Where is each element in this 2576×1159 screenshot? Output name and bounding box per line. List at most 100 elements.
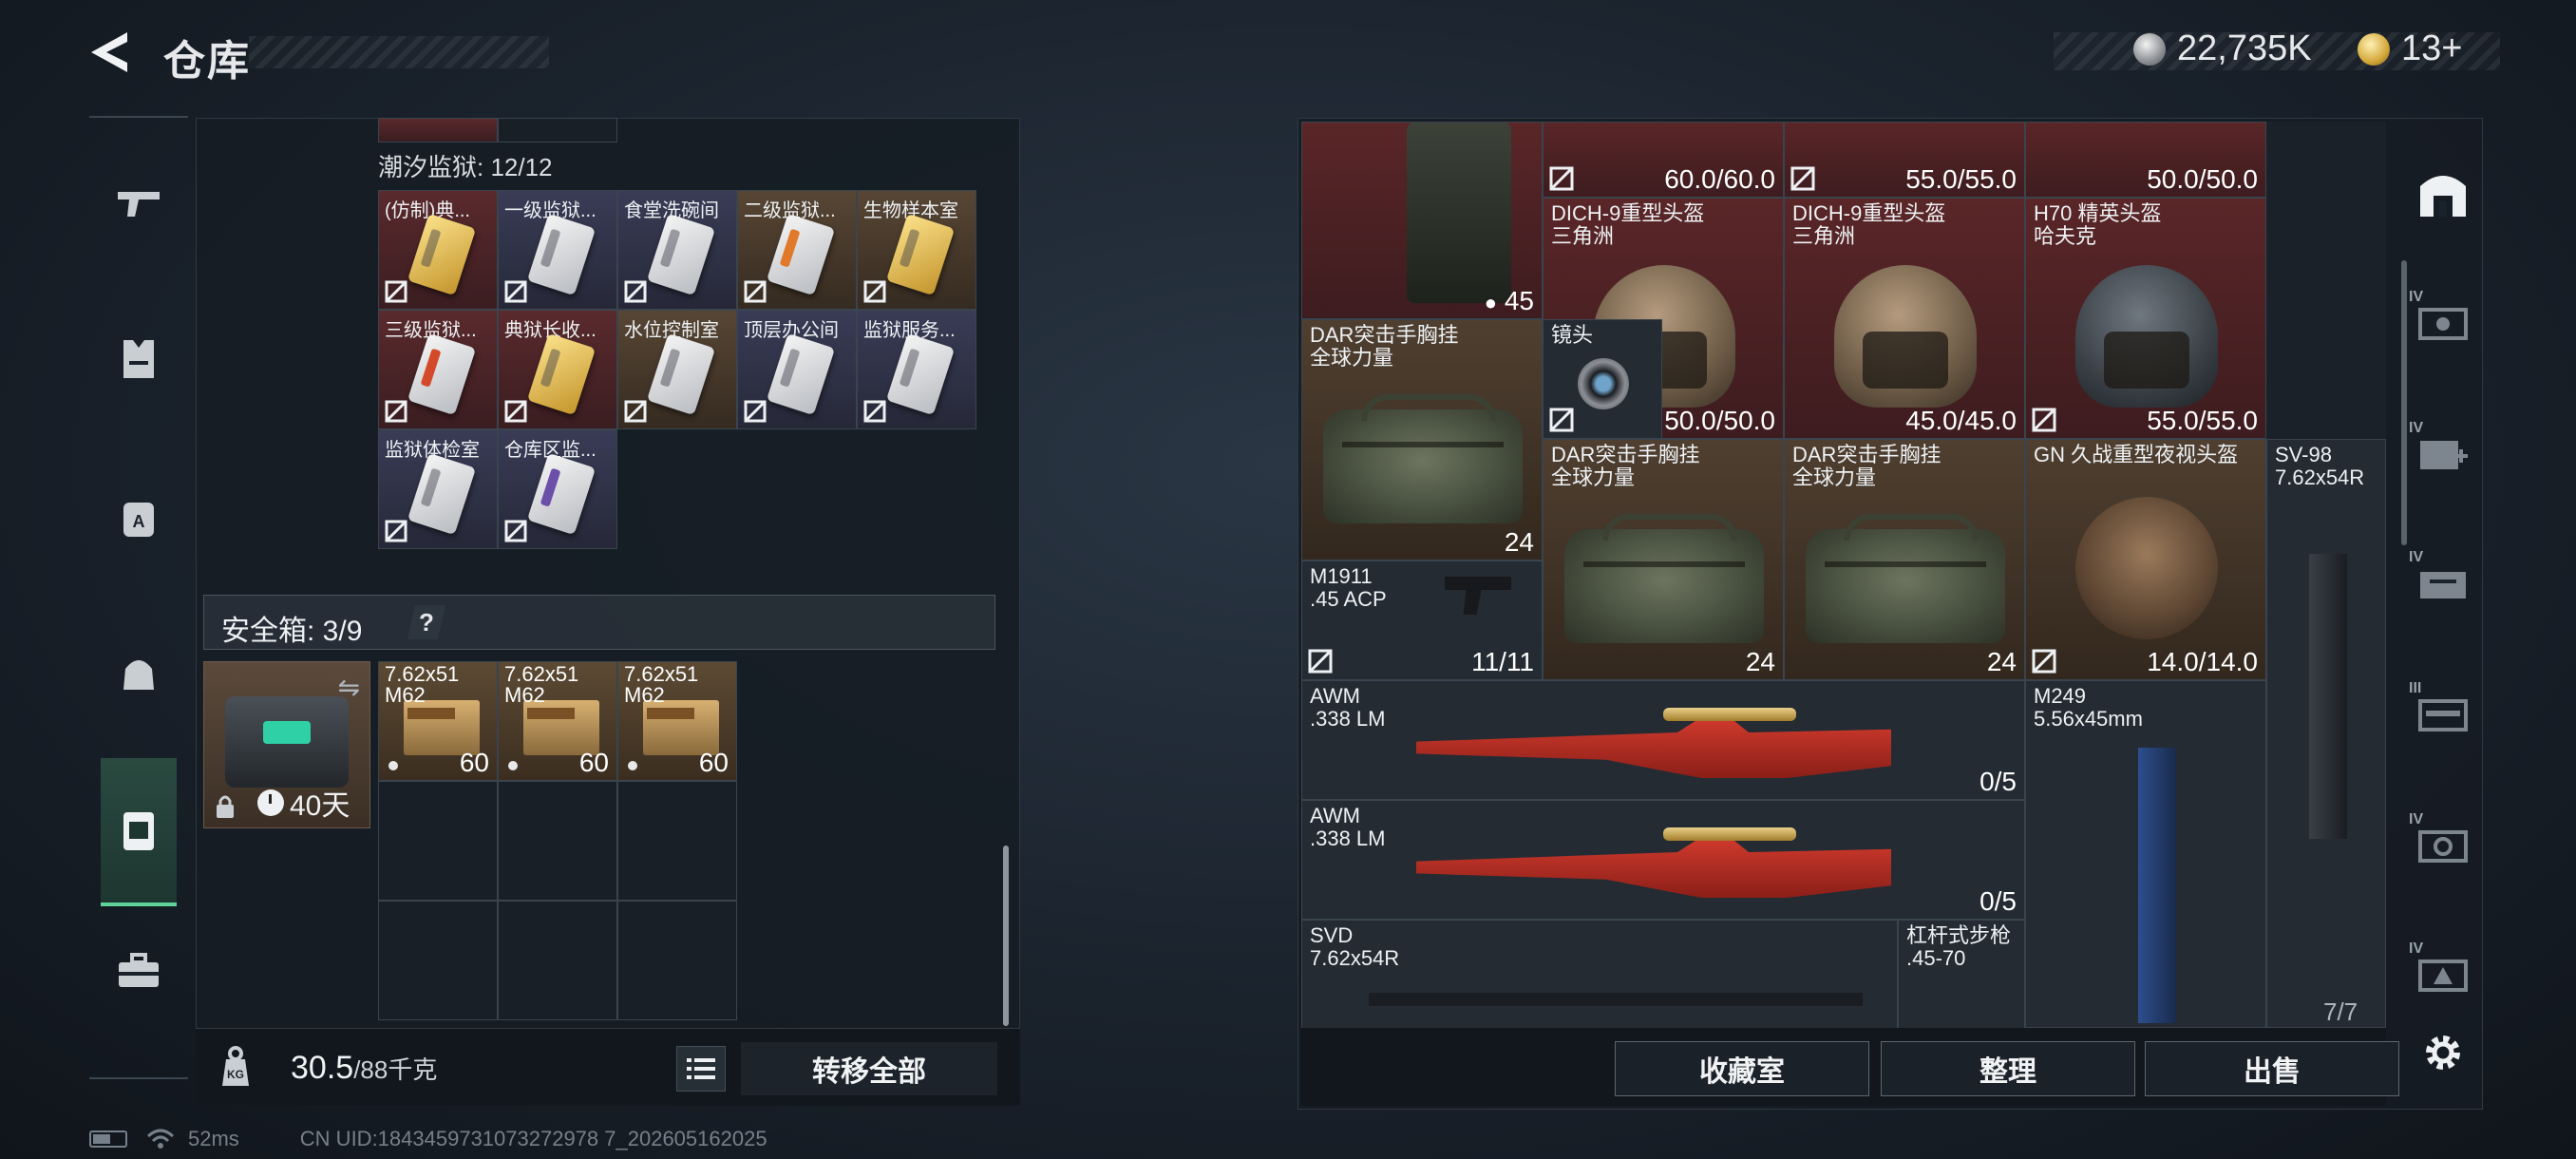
keycard-cell[interactable]: 监狱体检室: [378, 429, 498, 549]
keycard-cell[interactable]: 一级监狱...: [498, 190, 617, 310]
stash-item-m249[interactable]: M249 5.56x45mm: [2025, 680, 2266, 1028]
stash-item-helmet-partial[interactable]: 55.0/55.0: [1784, 122, 2025, 198]
no-insure-icon: [624, 400, 647, 423]
nav-backpack[interactable]: A: [101, 479, 177, 555]
sidebar-armor-station[interactable]: IV: [2409, 811, 2477, 880]
keycard-cell[interactable]: 水位控制室: [617, 310, 737, 429]
silver-currency[interactable]: 22,735K: [2133, 28, 2312, 69]
empty-slot[interactable]: [617, 781, 737, 901]
weight-max: /88千克: [353, 1055, 438, 1084]
settings-button[interactable]: [2409, 1018, 2477, 1087]
keycard-image: [646, 332, 716, 416]
stash-item-dar-rig[interactable]: DAR突击手胸挂 全球力量 24: [1301, 319, 1543, 560]
item-cell[interactable]: [378, 118, 498, 142]
transfer-all-button[interactable]: 转移全部: [741, 1042, 997, 1095]
home-base-icon: [2420, 176, 2466, 217]
left-scrollbar[interactable]: [1003, 846, 1009, 1026]
sidebar-medical-station[interactable]: IV: [2409, 420, 2477, 488]
no-insure-icon: [1549, 166, 1574, 191]
stash-item-dar-rig[interactable]: DAR突击手胸挂 全球力量 24: [1784, 439, 2025, 680]
keycard-cell[interactable]: 典狱长收...: [498, 310, 617, 429]
stash-item-gn-helmet[interactable]: GN 久战重型夜视头盔 14.0/14.0: [2025, 439, 2266, 680]
nav-safe-box[interactable]: [101, 758, 177, 906]
nav-toolbox[interactable]: [101, 933, 177, 1009]
empty-slot[interactable]: [617, 901, 737, 1020]
stash-item-backpack[interactable]: ● 45: [1301, 122, 1543, 319]
keycard-cell[interactable]: 二级监狱...: [737, 190, 857, 310]
svd-image: [1369, 993, 1863, 1006]
sort-button[interactable]: 整理: [1881, 1041, 2135, 1096]
right-scrollbar[interactable]: [2401, 260, 2407, 545]
sidebar-home-base[interactable]: [2409, 160, 2477, 228]
keycard-cell[interactable]: (仿制)典...: [378, 190, 498, 310]
sidebar-workbench[interactable]: IV: [2409, 289, 2477, 357]
stash-item-dar-rig[interactable]: DAR突击手胸挂 全球力量 24: [1543, 439, 1784, 680]
armor-station-icon: [2418, 830, 2468, 863]
nav-divider: [89, 1077, 188, 1079]
ammo-label: 7.62x51 M62: [504, 662, 579, 707]
ammo-count: 60: [698, 748, 729, 777]
stash-item-m1911[interactable]: M1911.45 ACP 11/11: [1301, 560, 1543, 680]
item-durability: 55.0/55.0: [2147, 406, 2258, 435]
sidebar-firearm-station[interactable]: III: [2409, 680, 2477, 749]
keycard-cell[interactable]: 三级监狱...: [378, 310, 498, 429]
sell-button[interactable]: 出售: [2145, 1041, 2399, 1096]
stash-item-sv98[interactable]: SV-98 7.62x54R: [2266, 439, 2386, 1028]
gun-icon: [118, 192, 160, 217]
safe-box-capacity: 安全箱: 3/9: [221, 616, 363, 647]
svg-text:A: A: [133, 512, 145, 531]
keycard-image: [885, 332, 956, 416]
keycard-cell[interactable]: 仓库区监...: [498, 429, 617, 549]
ammo-count: 60: [459, 748, 489, 777]
collection-room-button[interactable]: 收藏室: [1615, 1041, 1869, 1096]
keycard-cell[interactable]: 生物样本室: [857, 190, 976, 310]
keycard-cell[interactable]: 食堂洗碗间: [617, 190, 737, 310]
stash-actions-bar: 收藏室 整理 出售: [1301, 1028, 2399, 1106]
level-badge: IV: [2409, 811, 2424, 827]
stash-item-helmet-partial[interactable]: 60.0/60.0: [1543, 122, 1784, 198]
no-insure-icon: [504, 400, 527, 423]
weight-current: 30.5: [291, 1050, 354, 1086]
level-badge: III: [2409, 680, 2422, 696]
stash-item-svd[interactable]: SVD 7.62x54R: [1301, 920, 1898, 1028]
keycard-cell[interactable]: 监狱服务...: [857, 310, 976, 429]
ammo-slot[interactable]: 7.62x51 M62 60: [617, 661, 737, 781]
stash-item-lever-rifle[interactable]: 杠杆式步枪 .45-70: [1898, 920, 2025, 1028]
keycard-cell[interactable]: 顶层办公间: [737, 310, 857, 429]
no-insure-icon: [744, 400, 767, 423]
back-arrow-icon[interactable]: [87, 28, 135, 76]
stash-item-awm[interactable]: AWM .338 LM 0/5: [1301, 800, 2025, 920]
stash-item-h70-helmet[interactable]: H70 精英头盔 哈夫克 55.0/55.0: [2025, 198, 2266, 439]
empty-slot[interactable]: [498, 901, 617, 1020]
item-durability: 50.0/50.0: [1664, 406, 1775, 435]
battery-icon: [89, 1130, 127, 1148]
empty-slot[interactable]: [378, 781, 498, 901]
ammo-slot[interactable]: 7.62x51 M62 60: [378, 661, 498, 781]
ammo-label: 7.62x51 M62: [624, 662, 699, 707]
item-count: ● 45: [1485, 286, 1534, 316]
empty-slot[interactable]: [498, 781, 617, 901]
gold-currency[interactable]: 13+: [2358, 28, 2462, 69]
nav-weapons[interactable]: [101, 165, 177, 241]
nav-chest-rig[interactable]: [101, 321, 177, 397]
stash-item-dich-helmet[interactable]: DICH-9重型头盔 三角洲 45.0/45.0: [1784, 198, 2025, 439]
sidebar-control-station[interactable]: IV: [2409, 940, 2477, 1009]
partial-row: [378, 118, 617, 142]
help-icon[interactable]: ?: [407, 605, 445, 639]
sv98-image: [2309, 554, 2347, 839]
nav-pouch[interactable]: [101, 635, 177, 711]
keycard-image: [526, 332, 597, 416]
ammo-dot-icon: [628, 761, 637, 770]
level-badge: IV: [2409, 940, 2424, 957]
stash-item-helmet-partial[interactable]: 50.0/50.0: [2025, 122, 2266, 198]
swap-icon[interactable]: ⇋: [338, 672, 360, 703]
sidebar-tech-center[interactable]: IV: [2409, 549, 2477, 618]
stash-item-lens[interactable]: 镜头: [1543, 319, 1662, 439]
list-view-button[interactable]: [676, 1046, 726, 1092]
item-cell[interactable]: [498, 118, 617, 142]
keycard-image: [766, 213, 836, 296]
stash-item-awm[interactable]: AWM .338 LM 0/5: [1301, 680, 2025, 800]
safe-box-container[interactable]: ⇋ 40天: [203, 661, 370, 828]
empty-slot[interactable]: [378, 901, 498, 1020]
ammo-slot[interactable]: 7.62x51 M62 60: [498, 661, 617, 781]
